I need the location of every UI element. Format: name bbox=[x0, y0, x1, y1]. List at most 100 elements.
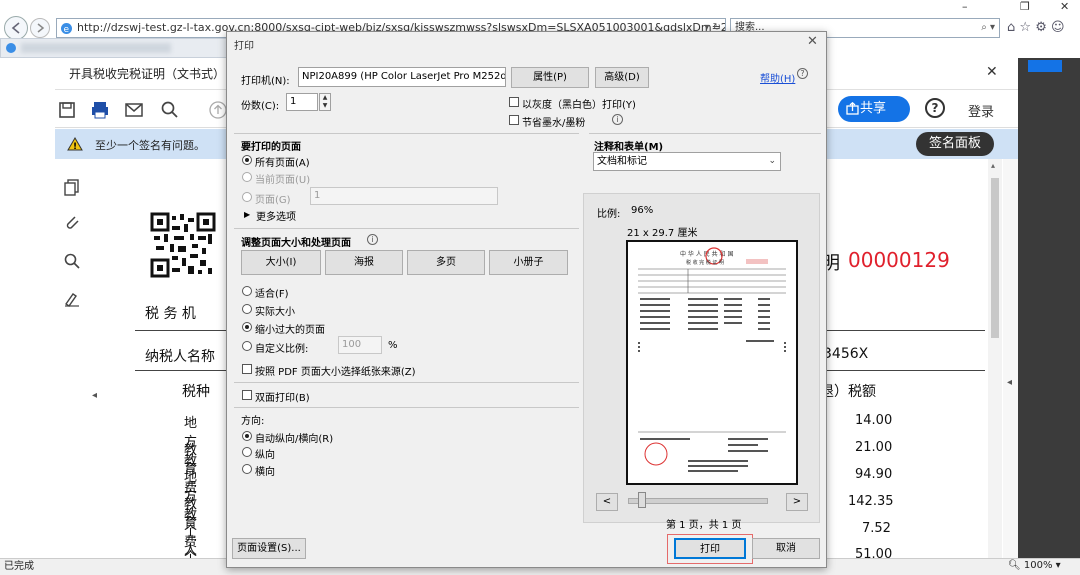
poster-tab-button[interactable]: 海报 bbox=[325, 250, 403, 275]
doc-scroll-thumb[interactable] bbox=[991, 178, 999, 338]
cancel-button[interactable]: 取消 bbox=[752, 538, 820, 559]
attachment-icon[interactable] bbox=[63, 213, 81, 231]
forward-arrow-icon bbox=[37, 23, 45, 33]
info-icon[interactable]: i bbox=[612, 114, 623, 125]
chevron-down-icon: ⌄ bbox=[768, 156, 776, 166]
signature-warning-icon: ! bbox=[67, 137, 83, 152]
custom-scale-label: 自定义比例: bbox=[255, 344, 309, 355]
certificate-number: 00000129 bbox=[848, 248, 950, 272]
zoom-control[interactable]: 🔍︎ 100% ▾ bbox=[1008, 558, 1061, 574]
actual-size-radio[interactable] bbox=[242, 304, 252, 314]
zoom-icon: 🔍︎ bbox=[1008, 560, 1021, 571]
all-pages-radio[interactable] bbox=[242, 155, 252, 165]
preview-next-button[interactable]: > bbox=[786, 493, 808, 511]
printer-select[interactable]: NPI20A899 (HP Color LaserJet Pro M252dw) bbox=[298, 67, 506, 87]
taxpayer-id-tail: 3456X bbox=[823, 346, 869, 362]
sizing-info-icon[interactable]: i bbox=[367, 234, 378, 245]
paper-size: 21 x 29.7 厘米 bbox=[627, 228, 698, 239]
preview-page-slider[interactable] bbox=[628, 498, 768, 504]
copies-input[interactable]: 1 bbox=[286, 93, 318, 111]
login-link[interactable]: 登录 bbox=[968, 101, 994, 120]
pdf-paper-source-label: 按照 PDF 页面大小选择纸张来源(Z) bbox=[255, 367, 416, 378]
help-question-icon[interactable]: ? bbox=[797, 68, 808, 79]
tax-office-label: 税 务 机 bbox=[145, 306, 196, 322]
custom-scale-radio[interactable] bbox=[242, 341, 252, 351]
print-icon[interactable] bbox=[90, 100, 110, 120]
email-icon[interactable] bbox=[124, 100, 144, 120]
portrait-radio[interactable] bbox=[242, 447, 252, 457]
scroll-up-icon[interactable]: ▴ bbox=[991, 161, 995, 170]
right-panel-toggle[interactable]: ◂ bbox=[1003, 159, 1018, 559]
save-ink-checkbox[interactable] bbox=[509, 115, 519, 125]
close-doc-icon[interactable]: ✕ bbox=[986, 64, 998, 80]
tax-item-amount: 142.35 bbox=[848, 494, 894, 509]
restore-icon[interactable]: ❐ bbox=[1020, 0, 1030, 13]
advanced-button[interactable]: 高级(D) bbox=[595, 67, 649, 88]
orientation-auto-radio[interactable] bbox=[242, 431, 252, 441]
signature-panel-button[interactable]: 签名面板 bbox=[916, 132, 994, 156]
collapse-left-icon[interactable]: ◂ bbox=[92, 390, 97, 401]
minimize-icon[interactable]: – bbox=[962, 0, 968, 13]
multipage-tab-button[interactable]: 多页 bbox=[407, 250, 485, 275]
tax-item-amount: 7.52 bbox=[862, 521, 891, 536]
close-window-icon[interactable]: ✕ bbox=[1060, 0, 1069, 13]
search-doc-icon[interactable] bbox=[160, 100, 180, 120]
more-options-link[interactable]: 更多选项 bbox=[256, 208, 296, 223]
qr-code-icon bbox=[150, 212, 216, 278]
booklet-tab-button[interactable]: 小册子 bbox=[489, 250, 568, 275]
home-icon[interactable]: ⌂ bbox=[1007, 20, 1015, 35]
upload-icon[interactable] bbox=[208, 100, 228, 120]
smiley-icon[interactable]: ☺ bbox=[1051, 20, 1065, 35]
grayscale-checkbox[interactable] bbox=[509, 97, 519, 107]
orientation-title: 方向: bbox=[241, 416, 265, 427]
orientation-auto-label: 自动纵向/横向(R) bbox=[255, 434, 334, 445]
page-range-input[interactable]: 1 bbox=[310, 187, 498, 205]
landscape-radio[interactable] bbox=[242, 464, 252, 474]
pane-accent bbox=[1028, 60, 1062, 72]
scale-label: 比例: bbox=[597, 209, 621, 220]
more-options-arrow-icon[interactable]: ▶ bbox=[244, 210, 250, 219]
expand-right-icon[interactable]: ◂ bbox=[1007, 377, 1012, 388]
print-button[interactable]: 打印 bbox=[674, 538, 746, 559]
settings-gear-icon[interactable]: ⚙ bbox=[1035, 20, 1047, 35]
duplex-checkbox[interactable] bbox=[242, 390, 252, 400]
zoom-search-icon[interactable] bbox=[63, 252, 81, 270]
preview-slider-thumb[interactable] bbox=[638, 492, 646, 508]
help-link[interactable]: 帮助(H) bbox=[760, 70, 795, 85]
back-button[interactable] bbox=[4, 16, 28, 40]
browser-tab[interactable] bbox=[0, 38, 232, 58]
pdf-paper-source-checkbox[interactable] bbox=[242, 364, 252, 374]
favorites-icon[interactable]: ☆ bbox=[1019, 20, 1031, 35]
forward-button[interactable] bbox=[30, 18, 50, 38]
share-icon bbox=[846, 102, 859, 115]
help-circle-icon[interactable]: ? bbox=[925, 98, 945, 118]
page-range-radio[interactable] bbox=[242, 192, 252, 202]
pages-thumbnail-icon[interactable] bbox=[63, 178, 81, 196]
fit-radio[interactable] bbox=[242, 286, 252, 296]
dialog-close-icon[interactable]: ✕ bbox=[807, 34, 818, 49]
tax-item-amount: 14.00 bbox=[855, 413, 893, 428]
current-page-radio[interactable] bbox=[242, 172, 252, 182]
custom-scale-value: 100 bbox=[342, 339, 362, 350]
size-tab-button[interactable]: 大小(I) bbox=[241, 250, 321, 275]
search-icon[interactable]: ⌕ ▾ bbox=[981, 19, 995, 37]
shrink-oversized-radio[interactable] bbox=[242, 322, 252, 332]
fill-sign-icon[interactable] bbox=[63, 290, 81, 308]
shrink-oversized-label: 缩小过大的页面 bbox=[255, 325, 325, 336]
signature-message: 至少一个签名有问题。 bbox=[95, 139, 205, 152]
custom-scale-input[interactable]: 100 bbox=[338, 336, 382, 354]
preview-prev-button[interactable]: < bbox=[596, 493, 618, 511]
duplex-label: 双面打印(B) bbox=[255, 393, 310, 404]
zoom-dropdown-icon[interactable]: ▾ bbox=[1056, 560, 1061, 571]
copies-stepper[interactable]: ▲ ▼ bbox=[319, 93, 331, 111]
tax-type-header: 税种 bbox=[182, 384, 210, 400]
page-setup-button[interactable]: 页面设置(S)... bbox=[232, 538, 306, 559]
ie-page-icon: e bbox=[60, 22, 73, 35]
svg-text:!: ! bbox=[73, 142, 77, 152]
save-icon[interactable] bbox=[57, 100, 77, 120]
comments-forms-select[interactable]: 文档和标记 ⌄ bbox=[593, 152, 781, 171]
share-button[interactable]: 共享 bbox=[838, 96, 910, 122]
properties-button[interactable]: 属性(P) bbox=[511, 67, 589, 88]
actual-size-label: 实际大小 bbox=[255, 307, 295, 318]
dialog-title: 打印 bbox=[234, 41, 254, 52]
